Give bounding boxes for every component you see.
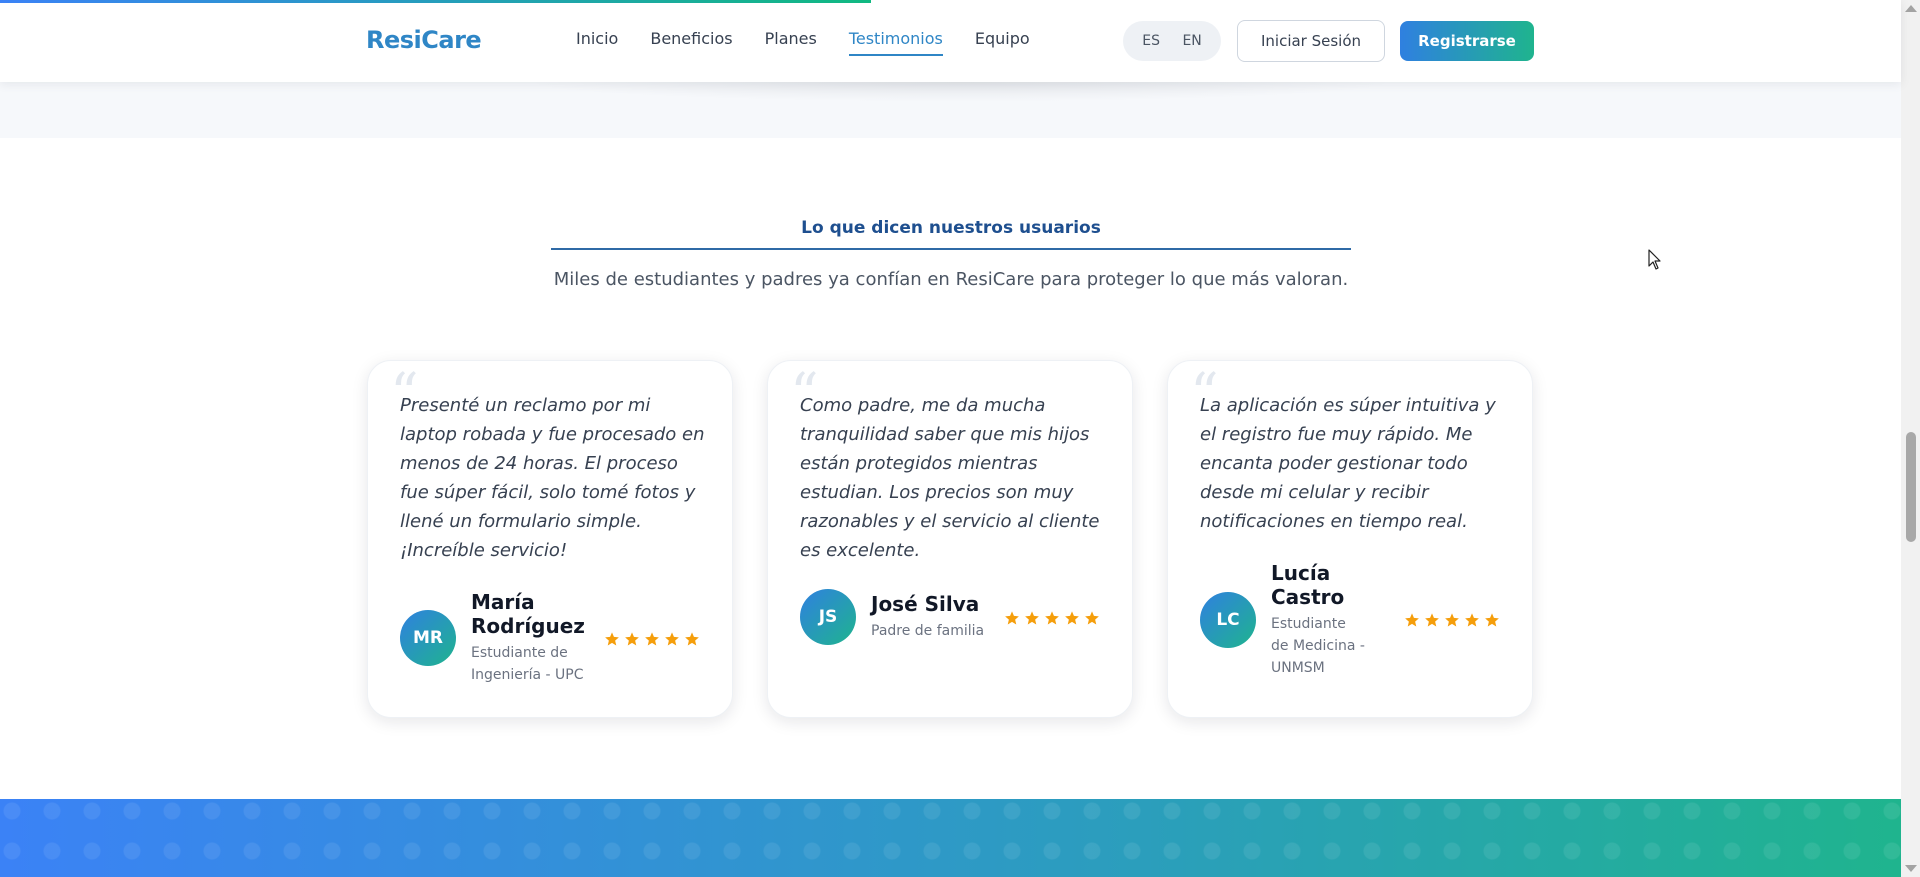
vertical-scrollbar[interactable] — [1901, 0, 1920, 877]
nav-item-planes[interactable]: Planes — [765, 29, 817, 56]
title-underline — [551, 248, 1351, 250]
testimonial-author: LC Lucía Castro Estudiante de Medicina -… — [1200, 561, 1367, 679]
star-icon — [1484, 612, 1500, 628]
testimonial-quote: La aplicación es súper intuitiva y el re… — [1200, 395, 1496, 532]
author-name: María Rodríguez — [471, 590, 585, 638]
scroll-up-arrow-icon[interactable] — [1905, 5, 1917, 12]
nav-item-testimonios[interactable]: Testimonios — [848, 29, 943, 56]
logo[interactable]: ResiCare — [366, 26, 482, 54]
star-icon — [684, 631, 700, 647]
star-icon — [664, 631, 680, 647]
star-icon — [1064, 610, 1080, 626]
avatar: MR — [400, 610, 456, 666]
nav-item-equipo[interactable]: Equipo — [975, 29, 1030, 56]
avatar: LC — [1200, 592, 1256, 648]
star-icon — [1084, 610, 1100, 626]
testimonial-quote: Presenté un reclamo por mi laptop robada… — [400, 395, 705, 561]
author-role: Estudiante de Ingeniería - UPC — [471, 645, 584, 683]
section-shadow — [520, 82, 1400, 102]
rating-stars — [1404, 612, 1500, 628]
author-name: Lucía Castro — [1271, 561, 1345, 609]
author-name: José Silva — [871, 592, 980, 616]
author-role: Estudiante de Medicina - UNMSM — [1271, 616, 1365, 676]
nav-item-inicio[interactable]: Inicio — [576, 29, 618, 56]
testimonial-card: “ Presenté un reclamo por mi laptop roba… — [367, 360, 733, 718]
login-button[interactable]: Iniciar Sesión — [1237, 20, 1385, 62]
language-en[interactable]: EN — [1182, 33, 1201, 49]
testimonial-quote: Como padre, me da mucha tranquilidad sab… — [800, 395, 1100, 561]
scroll-progress-bar — [0, 0, 1901, 3]
star-icon — [604, 631, 620, 647]
author-role: Padre de familia — [871, 623, 985, 639]
star-icon — [1004, 610, 1020, 626]
rating-stars — [604, 631, 700, 647]
star-icon — [624, 631, 640, 647]
star-icon — [1024, 610, 1040, 626]
rating-stars — [1004, 610, 1100, 626]
testimonial-card: “ La aplicación es súper intuitiva y el … — [1167, 360, 1533, 718]
language-switcher: ES EN — [1123, 21, 1221, 61]
star-icon — [1424, 612, 1440, 628]
avatar: JS — [800, 589, 856, 645]
nav-item-beneficios[interactable]: Beneficios — [650, 29, 732, 56]
previous-section-end — [0, 82, 1901, 138]
testimonial-author: JS José Silva Padre de familia — [800, 589, 999, 645]
star-icon — [1444, 612, 1460, 628]
site-header: ResiCare Inicio Beneficios Planes Testim… — [0, 0, 1901, 82]
testimonial-author: MR María Rodríguez Estudiante de Ingenie… — [400, 590, 599, 686]
star-icon — [1464, 612, 1480, 628]
scroll-down-arrow-icon[interactable] — [1905, 865, 1917, 872]
scroll-progress-fill — [0, 0, 871, 3]
mouse-pointer-icon — [1648, 249, 1662, 276]
section-title: Lo que dicen nuestros usuarios — [801, 218, 1101, 238]
register-button[interactable]: Registrarse — [1400, 21, 1534, 61]
star-icon — [1044, 610, 1060, 626]
language-es[interactable]: ES — [1142, 33, 1160, 49]
star-icon — [1404, 612, 1420, 628]
banner-pattern — [0, 799, 1901, 877]
testimonial-card: “ Como padre, me da mucha tranquilidad s… — [767, 360, 1133, 718]
scrollbar-thumb[interactable] — [1906, 432, 1916, 542]
main-nav: Inicio Beneficios Planes Testimonios Equ… — [576, 29, 1062, 56]
cta-banner — [0, 799, 1901, 877]
star-icon — [644, 631, 660, 647]
section-subtitle: Miles de estudiantes y padres ya confían… — [553, 269, 1349, 290]
